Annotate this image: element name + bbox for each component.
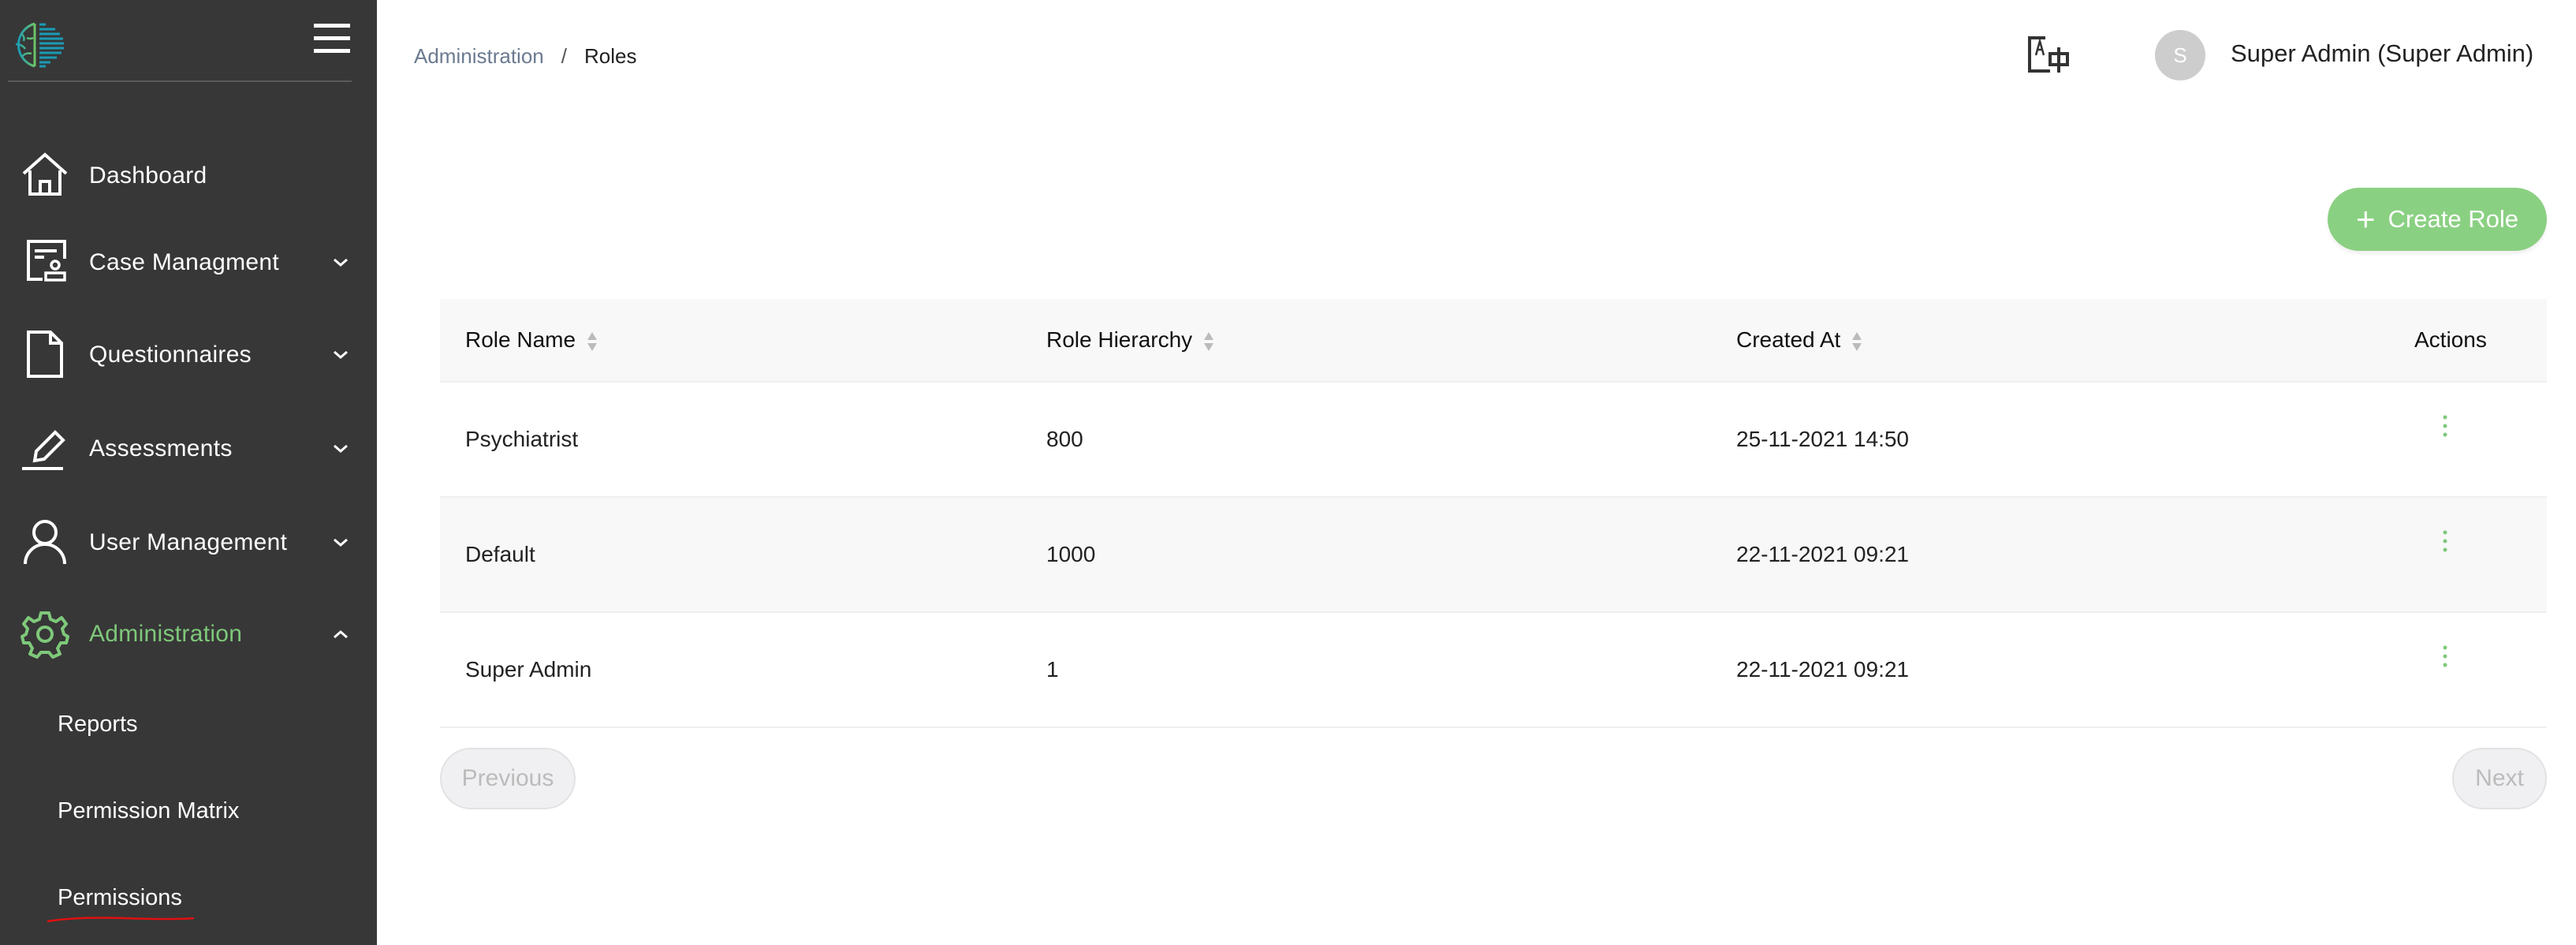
sidebar-item-administration[interactable]: Administration xyxy=(0,599,377,670)
created-at: 22-11-2021 09:21 xyxy=(1736,657,1909,682)
sidebar-item-case-managment[interactable]: Case Managment xyxy=(0,227,377,298)
breadcrumb-roles: Roles xyxy=(583,44,637,68)
sidebar-item-label: User Management xyxy=(89,529,288,555)
hamburger-menu-button[interactable] xyxy=(314,24,350,54)
home-icon xyxy=(22,152,68,196)
table-row: Default 1000 22-11-2021 09:21 xyxy=(440,498,2547,613)
sort-icon xyxy=(1852,331,1862,351)
next-button[interactable]: Next xyxy=(2452,748,2547,809)
column-header-role-name[interactable]: Role Name xyxy=(465,327,598,353)
sidebar-item-label: Administration xyxy=(89,621,243,647)
sort-icon xyxy=(1204,331,1214,351)
plus-icon: + xyxy=(2356,200,2376,237)
gear-icon xyxy=(21,611,69,659)
role-name: Default xyxy=(465,542,535,566)
chevron-down-icon xyxy=(334,538,348,547)
breadcrumb-administration[interactable]: Administration xyxy=(414,44,544,68)
role-name: Super Admin xyxy=(465,657,592,682)
table-row: Super Admin 1 22-11-2021 09:21 xyxy=(440,613,2547,728)
column-label: Role Hierarchy xyxy=(1046,327,1193,352)
column-label: Role Name xyxy=(465,327,576,352)
more-actions-icon[interactable] xyxy=(2441,529,2449,553)
sidebar: Dashboard Case Managment Questionnaires … xyxy=(0,0,377,945)
create-role-button[interactable]: + Create Role xyxy=(2328,188,2547,251)
breadcrumb: Administration / Roles xyxy=(414,44,636,69)
avatar[interactable]: S xyxy=(2155,30,2205,80)
role-hierarchy: 800 xyxy=(1046,427,1083,451)
sidebar-item-label: Assessments xyxy=(89,435,233,461)
previous-button[interactable]: Previous xyxy=(440,748,576,809)
created-at: 22-11-2021 09:21 xyxy=(1736,542,1909,566)
role-hierarchy: 1000 xyxy=(1046,542,1096,566)
chevron-up-icon xyxy=(334,630,348,639)
case-icon xyxy=(27,240,66,282)
chevron-down-icon xyxy=(334,350,348,359)
sidebar-subitem-permission-matrix[interactable]: Permission Matrix xyxy=(58,798,239,824)
sort-icon xyxy=(587,331,598,351)
more-actions-icon[interactable] xyxy=(2441,644,2449,668)
breadcrumb-separator: / xyxy=(561,44,567,68)
sidebar-item-label: Case Managment xyxy=(89,249,279,275)
user-icon xyxy=(24,520,66,565)
created-at: 25-11-2021 14:50 xyxy=(1736,427,1909,451)
role-name: Psychiatrist xyxy=(465,427,579,451)
sidebar-item-questionnaires[interactable]: Questionnaires xyxy=(0,319,377,390)
create-role-label: Create Role xyxy=(2388,205,2518,233)
roles-table: Role Name Role Hierarchy Created At Acti… xyxy=(440,299,2547,728)
document-icon xyxy=(27,331,63,378)
role-hierarchy: 1 xyxy=(1046,657,1059,682)
user-name[interactable]: Super Admin (Super Admin) xyxy=(2231,39,2533,68)
sidebar-subitem-permissions[interactable]: Permissions xyxy=(58,885,182,911)
translate-icon[interactable] xyxy=(2028,36,2071,74)
pencil-icon xyxy=(22,430,65,470)
brain-logo-icon xyxy=(15,22,64,68)
chevron-down-icon xyxy=(334,258,348,267)
more-actions-icon[interactable] xyxy=(2441,414,2449,438)
table-header: Role Name Role Hierarchy Created At Acti… xyxy=(440,299,2547,383)
column-header-actions: Actions xyxy=(2414,327,2487,352)
sidebar-divider xyxy=(8,80,352,82)
column-label: Created At xyxy=(1736,327,1841,352)
sidebar-item-user-management[interactable]: User Management xyxy=(0,507,377,578)
sidebar-item-label: Dashboard xyxy=(89,162,207,189)
table-row: Psychiatrist 800 25-11-2021 14:50 xyxy=(440,383,2547,498)
annotation-underline xyxy=(47,917,195,923)
sidebar-item-assessments[interactable]: Assessments xyxy=(0,413,377,484)
column-header-role-hierarchy[interactable]: Role Hierarchy xyxy=(1046,327,1214,353)
chevron-down-icon xyxy=(334,444,348,453)
sidebar-item-dashboard[interactable]: Dashboard xyxy=(0,140,377,211)
sidebar-subitem-reports[interactable]: Reports xyxy=(58,712,138,738)
sidebar-item-label: Questionnaires xyxy=(89,342,252,368)
column-header-created-at[interactable]: Created At xyxy=(1736,327,1862,353)
